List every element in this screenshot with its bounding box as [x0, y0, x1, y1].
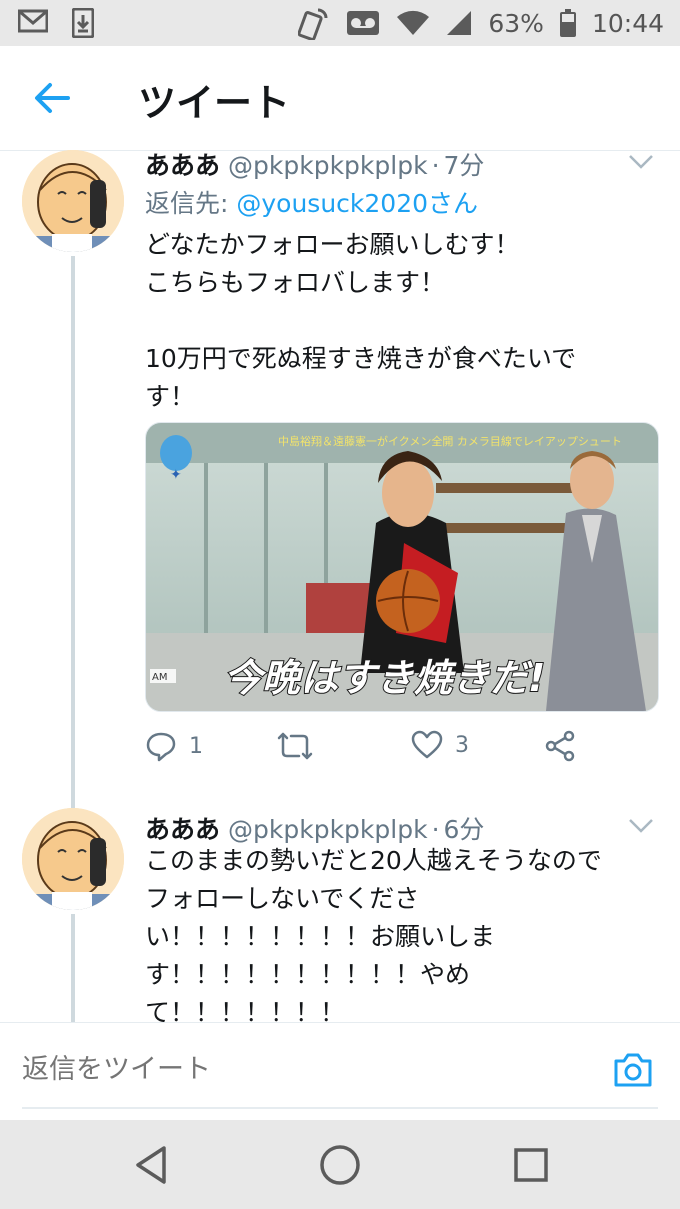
camera-icon[interactable]: [612, 1051, 654, 1089]
tweet-text: どなたかフォローお願いしむす！ こちらもフォロバします！ 10万円で死ぬ程すき焼…: [145, 226, 645, 416]
chevron-down-icon[interactable]: [628, 818, 654, 834]
tweet-text-line: 10万円で死ぬ程すき焼きが食べたいで: [145, 344, 577, 373]
media-banner: 中島裕翔＆遠藤憲一がイクメン全開 カメラ目線でレイアップシュート: [278, 434, 622, 448]
tweet-time: 7分: [443, 151, 485, 180]
reply-action[interactable]: 1: [145, 730, 203, 762]
share-icon: [545, 730, 575, 762]
separator-dot: ·: [431, 815, 440, 844]
reply-context: 返信先: @yousuck2020さん: [145, 184, 478, 220]
tweet-text-line: [145, 302, 645, 340]
tweet-2[interactable]: あああ @pkpkpkpkplpk · 6分 このままの勢いだと20人越えそうなので …: [0, 808, 680, 1022]
user-handle[interactable]: @pkpkpkpkplpk: [228, 815, 428, 844]
tweet-1[interactable]: あああ @pkpkpkpkplpk · 7分 返信先: @yousuck2020さん …: [0, 150, 680, 810]
like-count: 3: [455, 732, 469, 758]
tweet-header: あああ @pkpkpkpkplpk · 6分: [145, 810, 484, 846]
wifi-icon: [397, 10, 430, 35]
download-icon: [72, 8, 94, 38]
clock: 10:44: [591, 8, 664, 38]
display-name[interactable]: あああ: [145, 815, 220, 844]
tweet-text-line: こちらもフォロバします！: [145, 268, 446, 297]
reply-composer: [0, 1022, 680, 1119]
system-nav-bar: [0, 1120, 680, 1209]
nfc-icon: [298, 8, 328, 40]
share-action[interactable]: [545, 730, 577, 762]
tweet-text-line: す！: [145, 382, 196, 411]
media-caption: 今晩はすき焼きだ!: [224, 656, 545, 700]
separator-dot: ·: [431, 151, 440, 180]
reply-icon: [146, 732, 176, 762]
media-scene: ✦ 中島裕翔＆遠藤憲一がイクメン全開 カメラ目線でレイアップシュート AM 今晩…: [146, 423, 658, 711]
thread-line: [71, 256, 75, 808]
tweet-text: このままの勢いだと20人越えそうなので フォローしないでくださ い！！！！！！！…: [145, 842, 645, 1022]
reply-input[interactable]: [22, 1049, 582, 1089]
status-bar: 63% 10:44: [0, 0, 680, 46]
tweet-text-line: い！！！！！！！！お願いしま: [145, 922, 496, 951]
avatar-illustration: [22, 808, 124, 910]
back-triangle-icon[interactable]: [128, 1142, 174, 1188]
battery-icon: [559, 9, 576, 37]
tweet-time: 6分: [443, 815, 485, 844]
page-title: ツイート: [138, 81, 291, 125]
voicemail-icon: [347, 11, 380, 35]
tweet-media-image[interactable]: ✦ 中島裕翔＆遠藤憲一がイクメン全開 カメラ目線でレイアップシュート AM 今晩…: [145, 422, 659, 712]
svg-text:✦: ✦: [170, 467, 182, 483]
app-header: ツイート: [0, 46, 680, 151]
tweet-text-line: フォローしないでくださ: [145, 884, 420, 913]
retweet-icon: [277, 732, 313, 760]
reply-count: 1: [189, 733, 203, 759]
recents-square-icon[interactable]: [508, 1142, 554, 1188]
avatar[interactable]: [22, 150, 124, 252]
composer-divider: [22, 1107, 658, 1109]
chevron-down-icon[interactable]: [628, 154, 654, 170]
signal-icon: [447, 11, 472, 35]
tweet-text-line: どなたかフォローお願いしむす！: [145, 230, 520, 259]
thread-line: [71, 914, 75, 1022]
user-handle[interactable]: @pkpkpkpkplpk: [228, 151, 428, 180]
tweet-header: あああ @pkpkpkpkplpk · 7分: [145, 146, 484, 182]
heart-icon: [411, 730, 443, 759]
mail-icon: [18, 9, 48, 33]
tweet-text-line: す！！！！！！！！！！やめ: [145, 960, 471, 989]
reply-prefix: 返信先:: [145, 189, 237, 218]
like-action[interactable]: 3: [411, 730, 469, 760]
back-arrow-icon[interactable]: [30, 76, 74, 120]
battery-percent: 63%: [488, 8, 544, 38]
avatar-illustration: [22, 150, 124, 252]
tweet-actions: 1 3: [145, 730, 595, 770]
tweet-text-line: て！！！！！！！: [145, 998, 346, 1022]
retweet-action[interactable]: [277, 730, 325, 762]
media-corner-label: AM: [152, 672, 167, 683]
display-name[interactable]: あああ: [145, 151, 220, 180]
reply-mention-link[interactable]: @yousuck2020さん: [236, 189, 478, 218]
avatar[interactable]: [22, 808, 124, 910]
home-circle-icon[interactable]: [317, 1142, 363, 1188]
tweet-text-line: このままの勢いだと20人越えそうなので: [145, 846, 602, 875]
